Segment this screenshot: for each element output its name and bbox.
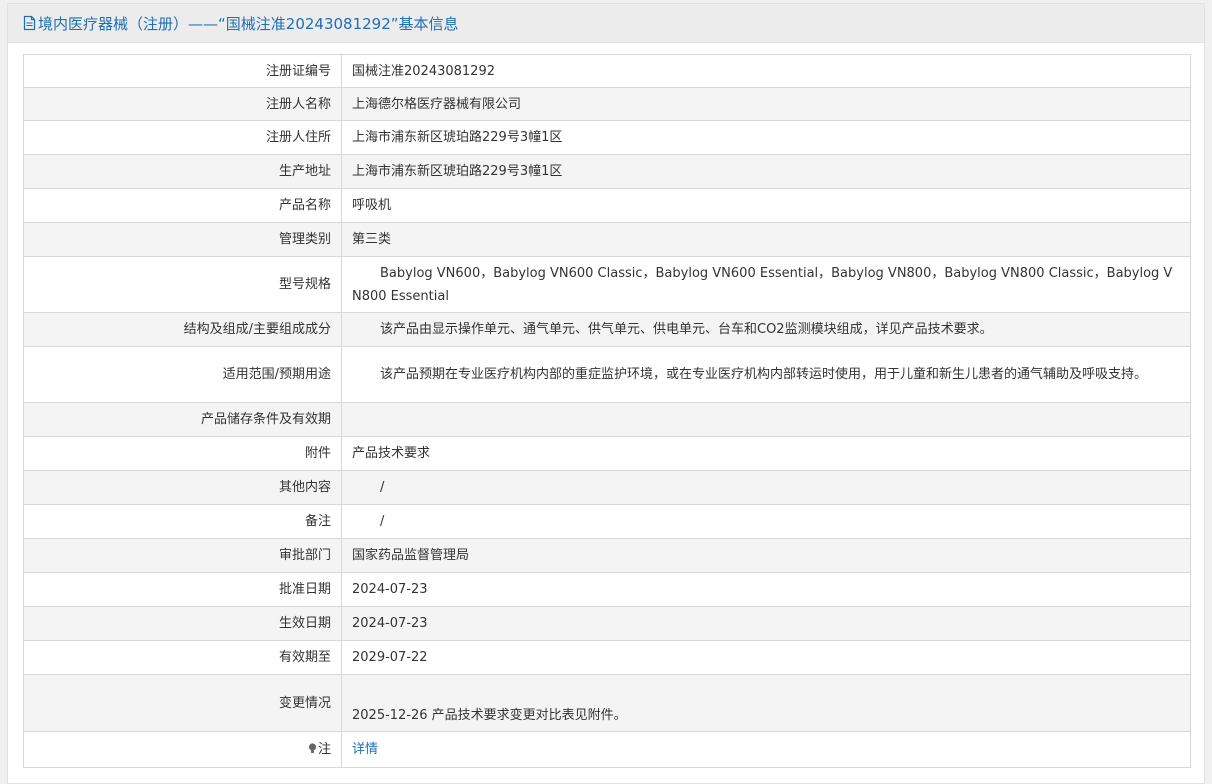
field-value: 产品技术要求 <box>341 436 1191 471</box>
field-label: 注册人住所 <box>23 120 342 155</box>
page-title: 境内医疗器械（注册）——“国械注准20243081292”基本信息 <box>38 14 459 33</box>
field-value: / <box>341 470 1191 505</box>
field-label: 备注 <box>23 504 342 539</box>
field-value: 2024-07-23 <box>341 606 1191 641</box>
lightbulb-icon <box>308 743 317 753</box>
title-bar: 境内医疗器械（注册）——“国械注准20243081292”基本信息 <box>8 4 1204 43</box>
field-label: 批准日期 <box>23 572 342 607</box>
field-label: 适用范围/预期用途 <box>23 346 342 403</box>
field-value: 上海德尔格医疗器械有限公司 <box>341 87 1191 121</box>
field-value: 2029-07-22 <box>341 640 1191 675</box>
field-label: 管理类别 <box>23 222 342 257</box>
field-label: 结构及组成/主要组成成分 <box>23 312 342 347</box>
field-label: 生产地址 <box>23 154 342 189</box>
field-value: Babylog VN600，Babylog VN600 Classic，Baby… <box>341 256 1191 313</box>
field-value: 呼吸机 <box>341 188 1191 223</box>
field-value: 第三类 <box>341 222 1191 257</box>
field-label: 注 <box>317 742 331 757</box>
field-label: 变更情况 <box>23 674 342 732</box>
field-label: 其他内容 <box>23 470 342 505</box>
field-label: 注册证编号 <box>23 54 342 88</box>
note-label-cell: 注 <box>23 731 342 768</box>
field-label: 有效期至 <box>23 640 342 675</box>
field-value <box>341 402 1191 437</box>
field-value: 上海市浦东新区琥珀路229号3幢1区 <box>341 120 1191 155</box>
field-label: 产品储存条件及有效期 <box>23 402 342 437</box>
field-label: 注册人名称 <box>23 87 342 121</box>
document-icon <box>23 15 36 31</box>
field-label: 附件 <box>23 436 342 471</box>
change-history-text: 2025-12-26 产品技术要求变更对比表见附件。 <box>352 708 627 723</box>
field-value: 国械注准20243081292 <box>341 54 1191 88</box>
detail-panel: 境内医疗器械（注册）——“国械注准20243081292”基本信息 注册证编号 … <box>7 3 1205 784</box>
info-table: 注册证编号 国械注准20243081292 注册人名称 上海德尔格医疗器械有限公… <box>23 54 1191 768</box>
field-value-cell: 详情 <box>341 731 1191 768</box>
field-value: 该产品预期在专业医疗机构内部的重症监护环境，或在专业医疗机构内部转运时使用，用于… <box>341 346 1191 403</box>
field-value-cell: 2025-12-26 产品技术要求变更对比表见附件。 <box>341 674 1191 732</box>
field-label: 型号规格 <box>23 256 342 313</box>
field-label: 审批部门 <box>23 538 342 573</box>
field-label: 生效日期 <box>23 606 342 641</box>
field-value: 上海市浦东新区琥珀路229号3幢1区 <box>341 154 1191 189</box>
field-value: 该产品由显示操作单元、通气单元、供气单元、供电单元、台车和CO2监测模块组成，详… <box>341 312 1191 347</box>
field-value: / <box>341 504 1191 539</box>
details-link[interactable]: 详情 <box>352 742 378 757</box>
field-label: 产品名称 <box>23 188 342 223</box>
field-value: 2024-07-23 <box>341 572 1191 607</box>
field-value: 国家药品监督管理局 <box>341 538 1191 573</box>
